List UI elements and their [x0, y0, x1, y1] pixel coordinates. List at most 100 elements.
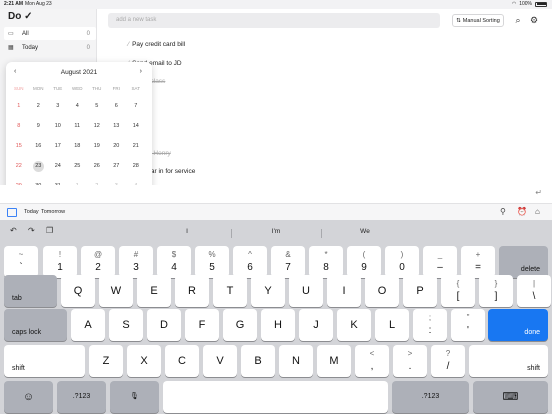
- key-number[interactable]: ) 0: [385, 246, 419, 278]
- key-symbol[interactable]: ;:: [413, 309, 447, 341]
- calendar-day[interactable]: 26: [87, 160, 107, 172]
- calendar-day[interactable]: 16: [29, 140, 49, 152]
- microphone-icon[interactable]: 🎙: [110, 381, 159, 413]
- paste-icon[interactable]: ❐: [46, 226, 53, 235]
- key-letter[interactable]: Q: [61, 275, 95, 307]
- chevron-left-icon[interactable]: ‹: [14, 68, 16, 75]
- calendar-day[interactable]: 27: [107, 160, 127, 172]
- key-letter[interactable]: X: [127, 345, 161, 377]
- emoji-icon[interactable]: ☺: [4, 381, 53, 413]
- space-bar[interactable]: [163, 381, 388, 413]
- key-letter[interactable]: A: [71, 309, 105, 341]
- key-letter[interactable]: S: [109, 309, 143, 341]
- calendar-day[interactable]: 10: [48, 120, 68, 132]
- calendar-day[interactable]: 18: [68, 140, 88, 152]
- key-number[interactable]: ^ 6: [233, 246, 267, 278]
- search-icon[interactable]: ⌕: [512, 14, 524, 26]
- key-letter[interactable]: J: [299, 309, 333, 341]
- calendar-day[interactable]: 5: [87, 100, 107, 112]
- drag-handle-icon[interactable]: ⁄: [128, 41, 129, 48]
- key-letter[interactable]: Y: [251, 275, 285, 307]
- sidebar-item-all[interactable]: ▭ All 0: [4, 27, 96, 40]
- calendar-day[interactable]: 19: [87, 140, 107, 152]
- key-number[interactable]: ~ `: [4, 246, 38, 278]
- suggestion-item[interactable]: I'm: [236, 228, 316, 235]
- calendar-day[interactable]: 21: [126, 140, 146, 152]
- calendar-day[interactable]: 13: [107, 120, 127, 132]
- key-number[interactable]: * 8: [309, 246, 343, 278]
- key-number[interactable]: @2: [81, 246, 115, 278]
- key-number[interactable]: _ –: [423, 246, 457, 278]
- calendar-day[interactable]: 7: [126, 100, 146, 112]
- key-letter[interactable]: E: [137, 275, 171, 307]
- delete-key[interactable]: delete: [499, 246, 548, 278]
- calendar-day[interactable]: 8: [9, 120, 29, 132]
- flag-icon[interactable]: ⚲: [500, 207, 506, 216]
- tag-icon[interactable]: ⌂: [535, 207, 540, 216]
- key-letter[interactable]: O: [365, 275, 399, 307]
- calendar-day[interactable]: 24: [48, 160, 68, 172]
- key-letter[interactable]: P: [403, 275, 437, 307]
- calendar-day[interactable]: 2: [29, 100, 49, 112]
- key-number[interactable]: (9: [347, 246, 381, 278]
- done-key[interactable]: done: [488, 309, 548, 341]
- calendar-day[interactable]: 1: [9, 100, 29, 112]
- key-symbol[interactable]: " ': [451, 309, 485, 341]
- key-number[interactable]: & 7: [271, 246, 305, 278]
- calendar-day[interactable]: 20: [107, 140, 127, 152]
- key-symbol[interactable]: ? /: [431, 345, 465, 377]
- key-letter[interactable]: H: [261, 309, 295, 341]
- calendar-day[interactable]: 14: [126, 120, 146, 132]
- key-number[interactable]: $4: [157, 246, 191, 278]
- key-letter[interactable]: L: [375, 309, 409, 341]
- calendar-day[interactable]: 3: [48, 100, 68, 112]
- calendar-day[interactable]: 11: [68, 120, 88, 132]
- key-number[interactable]: ! 1: [43, 246, 77, 278]
- key-letter[interactable]: M: [317, 345, 351, 377]
- sort-button[interactable]: ⇅ Manual Sorting: [452, 14, 504, 27]
- key-letter[interactable]: B: [241, 345, 275, 377]
- shift-key-right[interactable]: shift: [469, 345, 548, 377]
- key-letter[interactable]: K: [337, 309, 371, 341]
- suggestion-item[interactable]: We: [325, 228, 405, 235]
- chevron-right-icon[interactable]: ›: [140, 68, 142, 75]
- calendar-icon[interactable]: [7, 208, 17, 217]
- calendar-day-today[interactable]: 23: [29, 160, 49, 172]
- key-symbol[interactable]: }]: [479, 275, 513, 307]
- caps-lock-key[interactable]: caps lock: [4, 309, 67, 341]
- calendar-day[interactable]: 12: [87, 120, 107, 132]
- calendar-day[interactable]: 4: [68, 100, 88, 112]
- task-item[interactable]: ⁄ Pay credit card bill: [128, 41, 185, 48]
- calendar-day[interactable]: 6: [107, 100, 127, 112]
- calendar-day[interactable]: 28: [126, 160, 146, 172]
- calendar-day[interactable]: 9: [29, 120, 49, 132]
- shift-key-left[interactable]: shift: [4, 345, 85, 377]
- return-icon[interactable]: ↵: [535, 188, 542, 197]
- key-letter[interactable]: W: [99, 275, 133, 307]
- today-button[interactable]: Today: [24, 209, 39, 215]
- new-task-input[interactable]: add a new task: [108, 13, 440, 28]
- key-letter[interactable]: N: [279, 345, 313, 377]
- key-letter[interactable]: R: [175, 275, 209, 307]
- tomorrow-button[interactable]: Tomorrow: [41, 209, 65, 215]
- calendar-day[interactable]: 17: [48, 140, 68, 152]
- key-letter[interactable]: G: [223, 309, 257, 341]
- undo-icon[interactable]: ↶: [10, 226, 17, 235]
- key-number[interactable]: + =: [461, 246, 495, 278]
- key-letter[interactable]: Z: [89, 345, 123, 377]
- key-letter[interactable]: D: [147, 309, 181, 341]
- gear-icon[interactable]: ⚙: [528, 14, 540, 26]
- calendar-day[interactable]: 15: [9, 140, 29, 152]
- number-switch-key[interactable]: .?123: [392, 381, 469, 413]
- redo-icon[interactable]: ↷: [28, 226, 35, 235]
- key-symbol[interactable]: | \: [517, 275, 551, 307]
- key-letter[interactable]: F: [185, 309, 219, 341]
- key-number[interactable]: % 5: [195, 246, 229, 278]
- sidebar-item-today[interactable]: ▦ Today 0: [4, 41, 96, 54]
- suggestion-item[interactable]: I: [147, 228, 227, 235]
- key-letter[interactable]: U: [289, 275, 323, 307]
- number-switch-key[interactable]: .?123: [57, 381, 106, 413]
- key-letter[interactable]: I: [327, 275, 361, 307]
- key-letter[interactable]: T: [213, 275, 247, 307]
- key-symbol[interactable]: <,: [355, 345, 389, 377]
